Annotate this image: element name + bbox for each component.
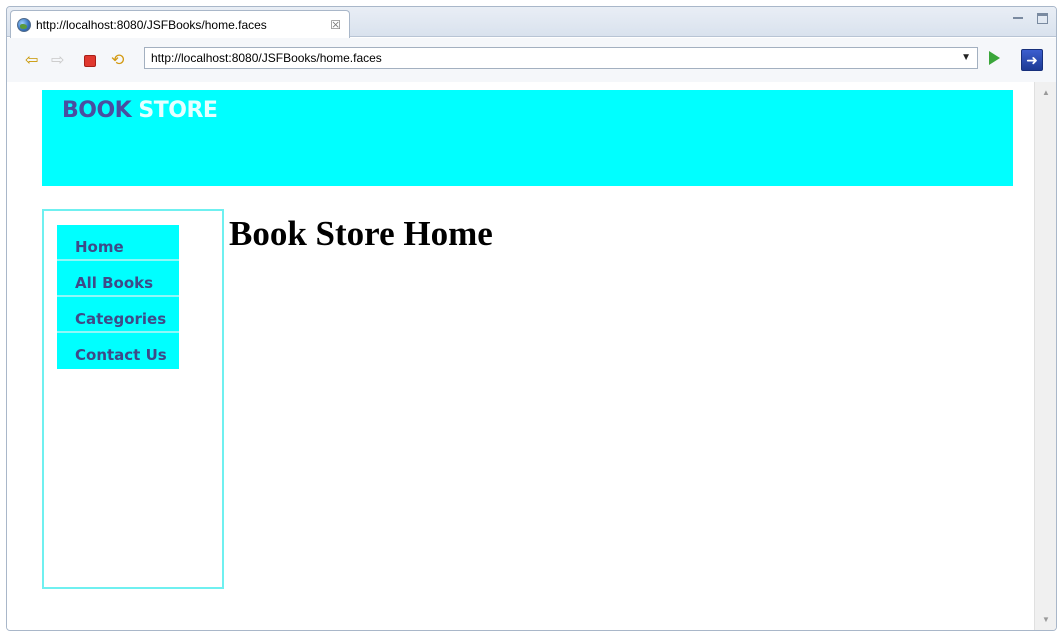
scroll-up-icon[interactable]: ▲ bbox=[1042, 88, 1050, 97]
url-dropdown-icon[interactable]: ▼ bbox=[961, 48, 971, 68]
page-viewport: BOOK STORE Home All Books Categories Con… bbox=[7, 82, 1034, 630]
stop-icon[interactable] bbox=[84, 55, 96, 67]
site-header: BOOK STORE bbox=[42, 90, 1013, 186]
minimize-icon[interactable] bbox=[1013, 9, 1023, 19]
close-tab-icon[interactable]: ☒ bbox=[330, 18, 341, 32]
logo-store: STORE bbox=[138, 98, 218, 123]
url-input[interactable]: http://localhost:8080/JSFBooks/home.face… bbox=[144, 47, 978, 69]
tab-title: http://localhost:8080/JSFBooks/home.face… bbox=[36, 17, 267, 32]
menu-item-contact-us[interactable]: Contact Us bbox=[57, 333, 179, 369]
browser-window: http://localhost:8080/JSFBooks/home.face… bbox=[6, 6, 1057, 631]
refresh-icon[interactable]: ⟲ bbox=[111, 53, 124, 69]
forward-icon[interactable]: ⇨ bbox=[51, 53, 64, 69]
vertical-scrollbar[interactable]: ▲ ▼ bbox=[1034, 82, 1056, 630]
logo-book: BOOK bbox=[62, 98, 132, 123]
external-browser-icon[interactable]: ➜ bbox=[1021, 49, 1043, 71]
browser-tab[interactable]: http://localhost:8080/JSFBooks/home.face… bbox=[10, 10, 350, 38]
url-text: http://localhost:8080/JSFBooks/home.face… bbox=[151, 51, 382, 65]
page-title: Book Store Home bbox=[229, 214, 493, 253]
navigation-toolbar: ⇦ ⇨ ⟲ http://localhost:8080/JSFBooks/hom… bbox=[7, 38, 1056, 82]
menu-item-categories[interactable]: Categories bbox=[57, 297, 179, 333]
sidebar-menu: Home All Books Categories Contact Us bbox=[57, 225, 179, 369]
scroll-down-icon[interactable]: ▼ bbox=[1042, 615, 1050, 624]
tab-bar: http://localhost:8080/JSFBooks/home.face… bbox=[7, 7, 1056, 38]
window-controls bbox=[1013, 13, 1048, 24]
menu-item-home[interactable]: Home bbox=[57, 225, 179, 261]
menu-item-all-books[interactable]: All Books bbox=[57, 261, 179, 297]
back-icon[interactable]: ⇦ bbox=[25, 53, 38, 69]
go-icon[interactable] bbox=[989, 51, 1000, 65]
maximize-icon[interactable] bbox=[1037, 13, 1048, 24]
site-logo: BOOK STORE bbox=[62, 98, 218, 123]
globe-icon bbox=[17, 17, 31, 32]
sidebar: Home All Books Categories Contact Us bbox=[42, 209, 224, 589]
